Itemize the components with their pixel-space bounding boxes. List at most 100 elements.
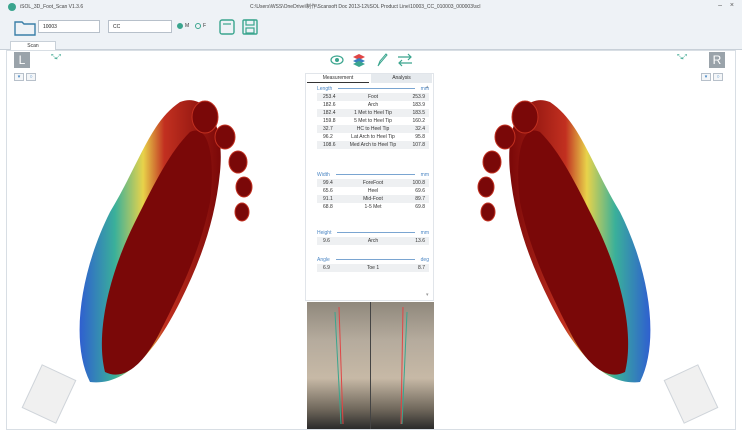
left-value: 6.9 — [323, 265, 330, 271]
patient-id-field[interactable]: 10003 — [38, 20, 100, 33]
name-field[interactable]: CC — [108, 20, 172, 33]
minimize-icon[interactable]: – — [718, 2, 722, 9]
title-bar: iSOL_3D_Foot_Scan V1.3.6 C:\Users\WSS\On… — [0, 0, 742, 14]
right-value: 32.4 — [415, 126, 425, 132]
save-icon[interactable] — [241, 18, 259, 36]
section-header: Width mm — [317, 170, 429, 179]
section-title: Length — [317, 85, 333, 92]
app-icon — [8, 3, 16, 11]
right-foot-button[interactable]: R — [709, 52, 725, 68]
scroll-down-icon[interactable]: ▾ — [426, 292, 429, 298]
section-unit: mm — [420, 229, 429, 236]
measure-name: ForeFoot — [362, 180, 384, 186]
right-value: 253.9 — [412, 94, 425, 100]
measure-name: Med Arch to Heel Tip — [349, 142, 397, 148]
height-rows: 9.6 Arch 13.6 — [317, 237, 429, 245]
left-value: 96.2 — [323, 134, 333, 140]
right-value: 8.7 — [418, 265, 425, 271]
tab-measurement[interactable]: Measurement — [307, 74, 369, 83]
filter-right-button[interactable]: ▾ — [701, 73, 711, 81]
right-heel-photo[interactable] — [371, 302, 434, 429]
swap-icon[interactable] — [396, 53, 414, 67]
reset-right-button[interactable]: ○ — [713, 73, 723, 81]
gender-f-label: F — [203, 23, 207, 29]
left-heel-photo[interactable] — [307, 302, 370, 429]
gender-m-label: M — [185, 23, 190, 29]
measurement-row: 182.6 Arch 183.9 — [317, 101, 429, 109]
length-section: Length mm 253.4 Foot 253.9 182.6 Arch 183.9 18… — [317, 84, 429, 149]
section-header: Angle deg — [317, 255, 429, 264]
measurement-row: 182.4 1 Met to Heel Tip 183.5 — [317, 109, 429, 117]
right-value: 107.8 — [412, 142, 425, 148]
radio-dot-icon — [177, 23, 183, 29]
tab-analysis[interactable]: Analysis — [371, 74, 432, 83]
radio-dot-icon — [195, 23, 201, 29]
measurement-row: 68.8 1-5 Met 69.8 — [317, 203, 429, 211]
gender-m-radio[interactable]: M — [177, 23, 189, 29]
length-rows: 253.4 Foot 253.9 182.6 Arch 183.9 182.4 1 Met t… — [317, 93, 429, 149]
divider — [338, 88, 415, 89]
width-section: Width mm 99.4 ForeFoot 100.8 65.6 Heel 69.6 91… — [317, 170, 429, 211]
angle-rows: 6.9 Toe 1 8.7 — [317, 264, 429, 272]
measure-name: 5 Met to Heel Tip — [354, 118, 392, 124]
left-value: 182.6 — [323, 102, 336, 108]
right-value: 69.8 — [415, 204, 425, 210]
left-value: 65.6 — [323, 188, 333, 194]
width-rows: 99.4 ForeFoot 100.8 65.6 Heel 69.6 91.1 Mid-Foo… — [317, 179, 429, 211]
section-unit: deg — [420, 256, 429, 263]
divider — [335, 174, 415, 175]
filter-left-button[interactable]: ▾ — [14, 73, 24, 81]
section-title: Height — [317, 229, 332, 236]
measure-name: Heel — [367, 188, 379, 194]
left-value: 253.4 — [323, 94, 336, 100]
left-foot-button[interactable]: L — [14, 52, 30, 68]
height-section: Height mm 9.6 Arch 13.6 — [317, 228, 429, 245]
left-value: 32.7 — [323, 126, 333, 132]
file-path: C:\Users\WSS\OneDrive\制作\Scansoft Doc 20… — [250, 4, 481, 10]
measurement-row: 96.2 Lat Arch to Heel Tip 95.8 — [317, 133, 429, 141]
left-value: 91.1 — [323, 196, 333, 202]
measure-name: Arch — [367, 102, 379, 108]
expand-left-icon[interactable]: ⤡⤢ — [51, 54, 61, 62]
measure-name: Foot — [367, 94, 378, 100]
measurement-row: 91.1 Mid-Foot 89.7 — [317, 195, 429, 203]
heel-photos — [307, 302, 434, 429]
left-foot-scan[interactable] — [60, 92, 260, 392]
angle-section: Angle deg 6.9 Toe 1 8.7 — [317, 255, 429, 272]
measure-name: Arch — [367, 238, 379, 244]
measurement-row: 253.4 Foot 253.9 — [317, 93, 429, 101]
right-value: 160.2 — [412, 118, 425, 124]
section-header: Length mm — [317, 84, 429, 93]
right-value: 100.8 — [412, 180, 425, 186]
expand-right-icon[interactable]: ⤡⤢ — [677, 54, 687, 62]
document-icon[interactable] — [218, 18, 236, 36]
right-value: 13.6 — [415, 238, 425, 244]
divider — [337, 232, 415, 233]
measure-name: Toe 1 — [366, 265, 380, 271]
reset-left-button[interactable]: ○ — [26, 73, 36, 81]
eye-icon[interactable] — [330, 54, 344, 66]
measurement-row: 32.7 HC to Heel Tip 32.4 — [317, 125, 429, 133]
measurement-row: 108.6 Med Arch to Heel Tip 107.8 — [317, 141, 429, 149]
open-folder-icon[interactable] — [14, 18, 36, 36]
measure-name: 1 Met to Heel Tip — [354, 110, 392, 116]
divider — [335, 259, 415, 260]
pen-icon[interactable] — [376, 52, 388, 68]
right-value: 89.7 — [415, 196, 425, 202]
section-unit: mm — [420, 171, 429, 178]
measurement-row: 159.8 5 Met to Heel Tip 160.2 — [317, 117, 429, 125]
section-header: Height mm — [317, 228, 429, 237]
right-value: 69.6 — [415, 188, 425, 194]
right-value: 183.5 — [412, 110, 425, 116]
measure-name: Mid-Foot — [363, 196, 383, 202]
close-icon[interactable]: × — [730, 2, 734, 9]
measure-name: Lat Arch to Heel Tip — [351, 134, 395, 140]
gender-f-radio[interactable]: F — [195, 23, 206, 29]
left-value: 9.6 — [323, 238, 330, 244]
measure-name: HC to Heel Tip — [356, 126, 390, 132]
tab-bar — [0, 40, 742, 50]
right-foot-scan[interactable] — [470, 92, 670, 392]
layers-icon[interactable] — [352, 53, 366, 67]
measurement-row: 65.6 Heel 69.6 — [317, 187, 429, 195]
left-value: 182.4 — [323, 110, 336, 116]
